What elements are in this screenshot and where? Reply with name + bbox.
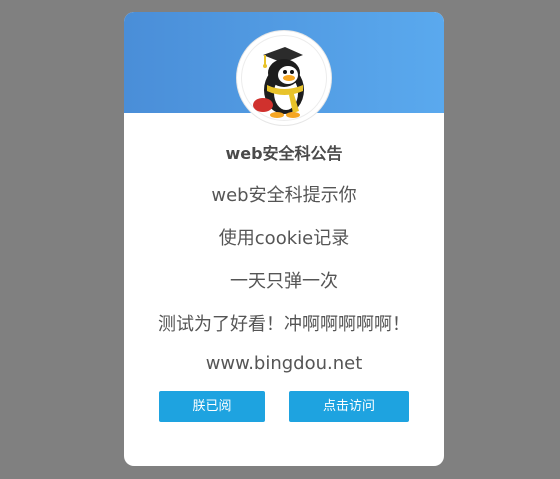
avatar [237, 31, 331, 125]
notice-modal: web安全科公告 web安全科提示你 使用cookie记录 一天只弹一次 测试为… [124, 12, 444, 466]
notice-line: 测试为了好看！冲啊啊啊啊啊！ [158, 314, 410, 335]
notice-line: web安全科提示你 [211, 185, 357, 206]
penguin-graduate-icon [241, 35, 327, 121]
notice-website: www.bingdou.net [205, 353, 363, 374]
notice-title: web安全科公告 [225, 144, 343, 163]
visit-button[interactable]: 点击访问 [289, 391, 409, 422]
notice-line: 一天只弹一次 [230, 271, 338, 292]
notice-line: 使用cookie记录 [218, 228, 350, 249]
acknowledge-button[interactable]: 朕已阅 [159, 391, 265, 422]
